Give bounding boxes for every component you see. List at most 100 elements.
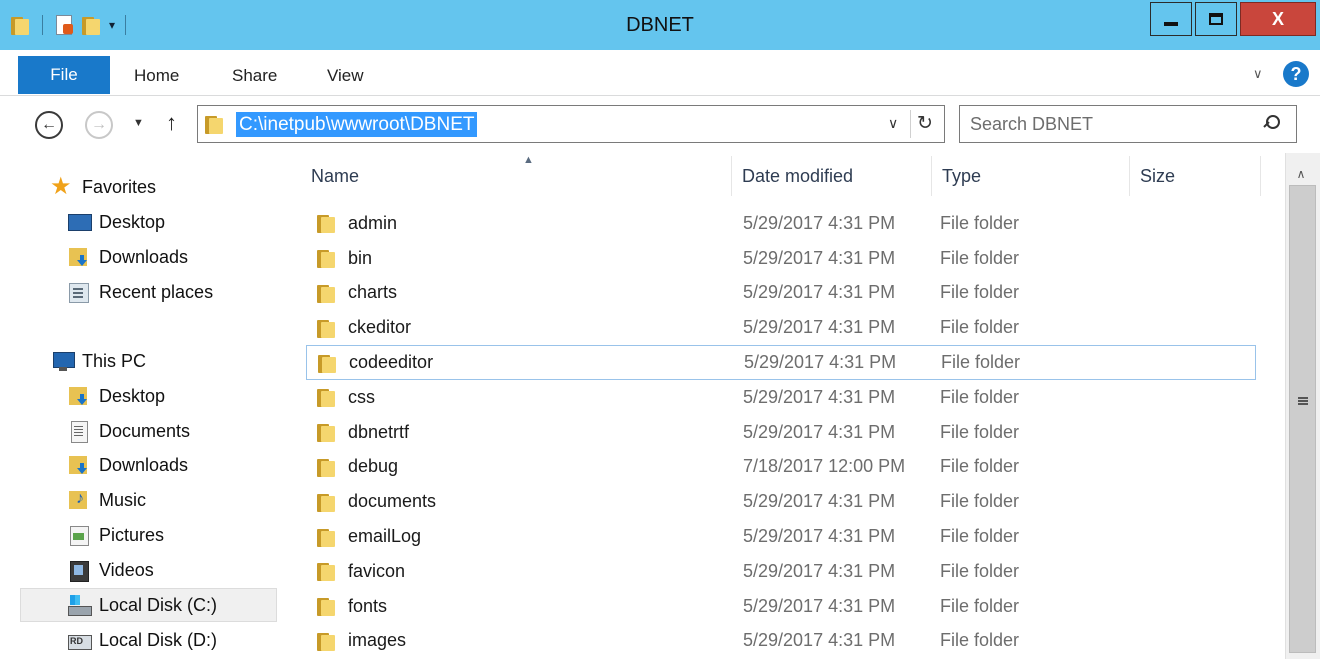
folder-icon	[316, 630, 338, 652]
file-date-modified: 5/29/2017 4:31 PM	[743, 247, 896, 268]
column-header-type[interactable]: Type	[932, 156, 1130, 196]
close-button[interactable]: X	[1240, 2, 1316, 36]
maximize-icon	[1209, 13, 1223, 25]
file-row[interactable]: fonts 5/29/2017 4:31 PM File folder	[306, 589, 1256, 624]
chevron-down-icon[interactable]: ∨	[888, 115, 898, 132]
nav-pc-videos[interactable]: Videos	[67, 553, 154, 587]
address-path[interactable]: C:\inetpub\wwwroot\DBNET	[236, 112, 478, 137]
navigation-bar: ← → ▼ ↑ C:\inetpub\wwwroot\DBNET ∨ ↻	[0, 97, 1320, 153]
file-row[interactable]: charts 5/29/2017 4:31 PM File folder	[306, 276, 1256, 311]
local-disk-d-icon	[67, 629, 92, 651]
file-name-cell: charts	[306, 282, 732, 304]
nav-local-disk-c[interactable]: Local Disk (C:)	[20, 588, 277, 622]
file-name: bin	[348, 247, 373, 268]
file-row[interactable]: images 5/29/2017 4:31 PM File folder	[306, 624, 1256, 659]
column-label: Name	[311, 165, 360, 186]
nav-favorites-desktop[interactable]: Desktop	[67, 205, 165, 239]
nav-recent-places[interactable]: Recent places	[67, 275, 213, 309]
help-icon[interactable]: ?	[1283, 61, 1309, 87]
file-date-modified: 5/29/2017 4:31 PM	[743, 386, 896, 407]
file-type: File folder	[940, 630, 1020, 651]
minimize-button[interactable]	[1150, 2, 1192, 36]
file-row[interactable]: debug 7/18/2017 12:00 PM File folder	[306, 450, 1256, 485]
folder-icon	[316, 560, 338, 582]
file-date-modified: 5/29/2017 4:31 PM	[743, 595, 896, 616]
nav-label: Downloads	[99, 246, 189, 267]
file-type: File folder	[940, 212, 1020, 233]
file-row[interactable]: dbnetrtf 5/29/2017 4:31 PM File folder	[306, 415, 1256, 450]
file-name-cell: bin	[306, 247, 732, 269]
nav-label: Local Disk (C:)	[99, 594, 218, 615]
file-row[interactable]: bin 5/29/2017 4:31 PM File folder	[306, 241, 1256, 276]
forward-button[interactable]: →	[85, 111, 113, 139]
file-list: ▲ Name Date modified Type Size admin 5/29…	[285, 153, 1285, 659]
file-name: documents	[348, 491, 437, 512]
file-name-cell: debug	[306, 456, 732, 478]
nav-label: Local Disk (D:)	[99, 629, 218, 650]
back-button[interactable]: ←	[35, 111, 63, 139]
recent-locations-button[interactable]: ▼	[133, 117, 144, 129]
file-rows: admin 5/29/2017 4:31 PM File folder bin 5/29…	[306, 206, 1256, 658]
nav-pc-pictures[interactable]: Pictures	[67, 518, 164, 552]
file-date-modified: 5/29/2017 4:31 PM	[743, 317, 896, 338]
file-type: File folder	[940, 317, 1020, 338]
nav-local-disk-d[interactable]: Local Disk (D:)	[67, 623, 217, 657]
file-name: debug	[348, 456, 399, 477]
tab-home[interactable]: Home	[134, 66, 179, 86]
search-input[interactable]	[970, 112, 1250, 136]
nav-label: Documents	[99, 420, 191, 441]
search-box[interactable]	[959, 105, 1297, 143]
maximize-button[interactable]	[1195, 2, 1237, 36]
column-header-date-modified[interactable]: Date modified	[732, 156, 932, 196]
file-name-cell: ckeditor	[306, 317, 732, 339]
file-row[interactable]: css 5/29/2017 4:31 PM File folder	[306, 380, 1256, 415]
folder-icon	[316, 456, 338, 478]
nav-favorites[interactable]: ★ Favorites	[50, 170, 156, 204]
expand-ribbon-icon[interactable]: ∨	[1253, 66, 1263, 82]
search-icon[interactable]	[1263, 115, 1280, 131]
nav-pc-documents[interactable]: Documents	[67, 414, 190, 448]
folder-icon	[316, 386, 338, 408]
file-row[interactable]: admin 5/29/2017 4:31 PM File folder	[306, 206, 1256, 241]
file-date-modified: 5/29/2017 4:31 PM	[743, 421, 896, 442]
nav-label: Desktop	[99, 211, 166, 232]
nav-pc-desktop[interactable]: Desktop	[67, 379, 165, 413]
nav-this-pc[interactable]: This PC	[50, 344, 146, 378]
file-type: File folder	[940, 560, 1020, 581]
file-name-cell: dbnetrtf	[306, 421, 732, 443]
nav-favorites-downloads[interactable]: Downloads	[67, 240, 188, 274]
file-date-modified: 5/29/2017 4:31 PM	[743, 560, 896, 581]
folder-icon	[316, 526, 338, 548]
column-header-size[interactable]: Size	[1130, 156, 1261, 196]
tab-file[interactable]: File	[18, 56, 110, 94]
nav-label: Recent places	[99, 281, 214, 302]
file-name: css	[348, 386, 375, 407]
refresh-icon[interactable]: ↻	[917, 112, 933, 135]
grip-icon	[1298, 397, 1308, 405]
folder-icon	[204, 113, 226, 135]
file-row[interactable]: ckeditor 5/29/2017 4:31 PM File folder	[306, 310, 1256, 345]
computer-icon	[50, 350, 75, 372]
file-row[interactable]: codeeditor 5/29/2017 4:31 PM File folder	[306, 345, 1256, 380]
address-bar[interactable]: C:\inetpub\wwwroot\DBNET ∨ ↻	[197, 105, 945, 143]
recent-places-icon	[67, 281, 91, 303]
scroll-up-icon[interactable]: ∧	[1288, 161, 1314, 187]
file-row[interactable]: emailLog 5/29/2017 4:31 PM File folder	[306, 519, 1256, 554]
file-row[interactable]: favicon 5/29/2017 4:31 PM File folder	[306, 554, 1256, 589]
file-row[interactable]: documents 5/29/2017 4:31 PM File folder	[306, 484, 1256, 519]
up-button[interactable]: ↑	[166, 110, 177, 136]
column-header-name[interactable]: ▲ Name	[300, 154, 732, 196]
folder-icon	[316, 595, 338, 617]
nav-pc-downloads[interactable]: Downloads	[67, 448, 188, 482]
file-date-modified: 5/29/2017 4:31 PM	[743, 630, 896, 651]
tab-share[interactable]: Share	[232, 66, 277, 86]
file-name-cell: images	[306, 630, 732, 652]
nav-pc-music[interactable]: Music	[67, 483, 146, 517]
file-date-modified: 5/29/2017 4:31 PM	[743, 282, 896, 303]
tab-view[interactable]: View	[327, 66, 364, 86]
file-name: images	[348, 630, 407, 651]
vertical-scrollbar[interactable]: ∧	[1285, 153, 1320, 659]
address-separator	[910, 110, 911, 138]
scroll-thumb[interactable]	[1289, 185, 1316, 653]
file-name: emailLog	[348, 526, 422, 547]
